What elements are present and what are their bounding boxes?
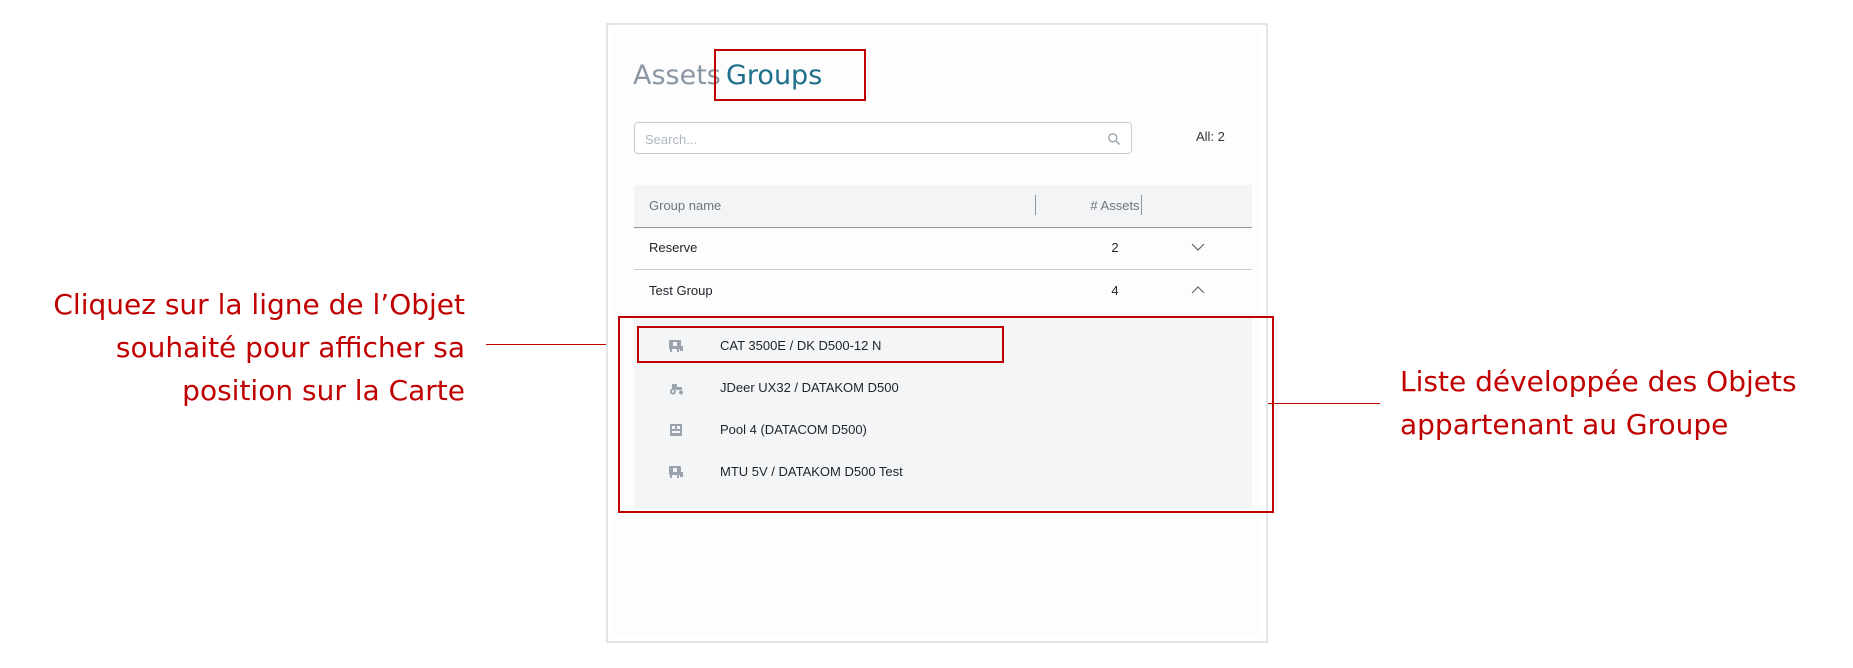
annotation-left: Cliquez sur la ligne de l’Objet souhaité…: [53, 283, 465, 412]
annotation-left-line-3: position sur la Carte: [182, 374, 465, 407]
annotation-right-leader: [1262, 403, 1380, 404]
groups-panel: Assets Groups All: 2 Group name # Assets…: [606, 23, 1274, 643]
chevron-down-icon[interactable]: [1190, 239, 1206, 255]
chevron-up-icon[interactable]: [1190, 282, 1206, 298]
group-row-test-group[interactable]: Test Group 4: [634, 270, 1252, 312]
search-input[interactable]: [643, 123, 1087, 155]
selected-asset-highlight: [637, 326, 1004, 363]
annotation-right-line-1: Liste développée des Objets: [1400, 365, 1797, 398]
annotation-left-line-2: souhaité pour afficher sa: [115, 331, 465, 364]
search-box: [634, 122, 1132, 155]
group-name: Reserve: [649, 240, 698, 255]
header-divider: [1035, 195, 1036, 215]
groups-panel-content: Assets Groups All: 2 Group name # Assets…: [613, 30, 1274, 636]
search-icon[interactable]: [1107, 132, 1121, 146]
group-name: Test Group: [649, 283, 713, 298]
tab-assets[interactable]: Assets: [633, 56, 721, 96]
annotation-left-line-1: Cliquez sur la ligne de l’Objet: [53, 288, 465, 321]
table-header: Group name # Assets: [634, 185, 1252, 228]
group-count: All: 2: [1196, 129, 1225, 144]
annotation-right: Liste développée des Objets appartenant …: [1400, 360, 1797, 446]
header-asset-count[interactable]: # Assets: [1060, 198, 1170, 213]
header-divider: [1141, 195, 1142, 215]
groups-tab-highlight: [714, 49, 866, 101]
group-asset-count: 4: [1111, 283, 1119, 298]
annotation-right-line-2: appartenant au Groupe: [1400, 408, 1729, 441]
header-group-name[interactable]: Group name: [649, 198, 721, 213]
group-asset-count: 2: [1111, 240, 1119, 255]
group-row-reserve[interactable]: Reserve 2: [634, 227, 1252, 270]
